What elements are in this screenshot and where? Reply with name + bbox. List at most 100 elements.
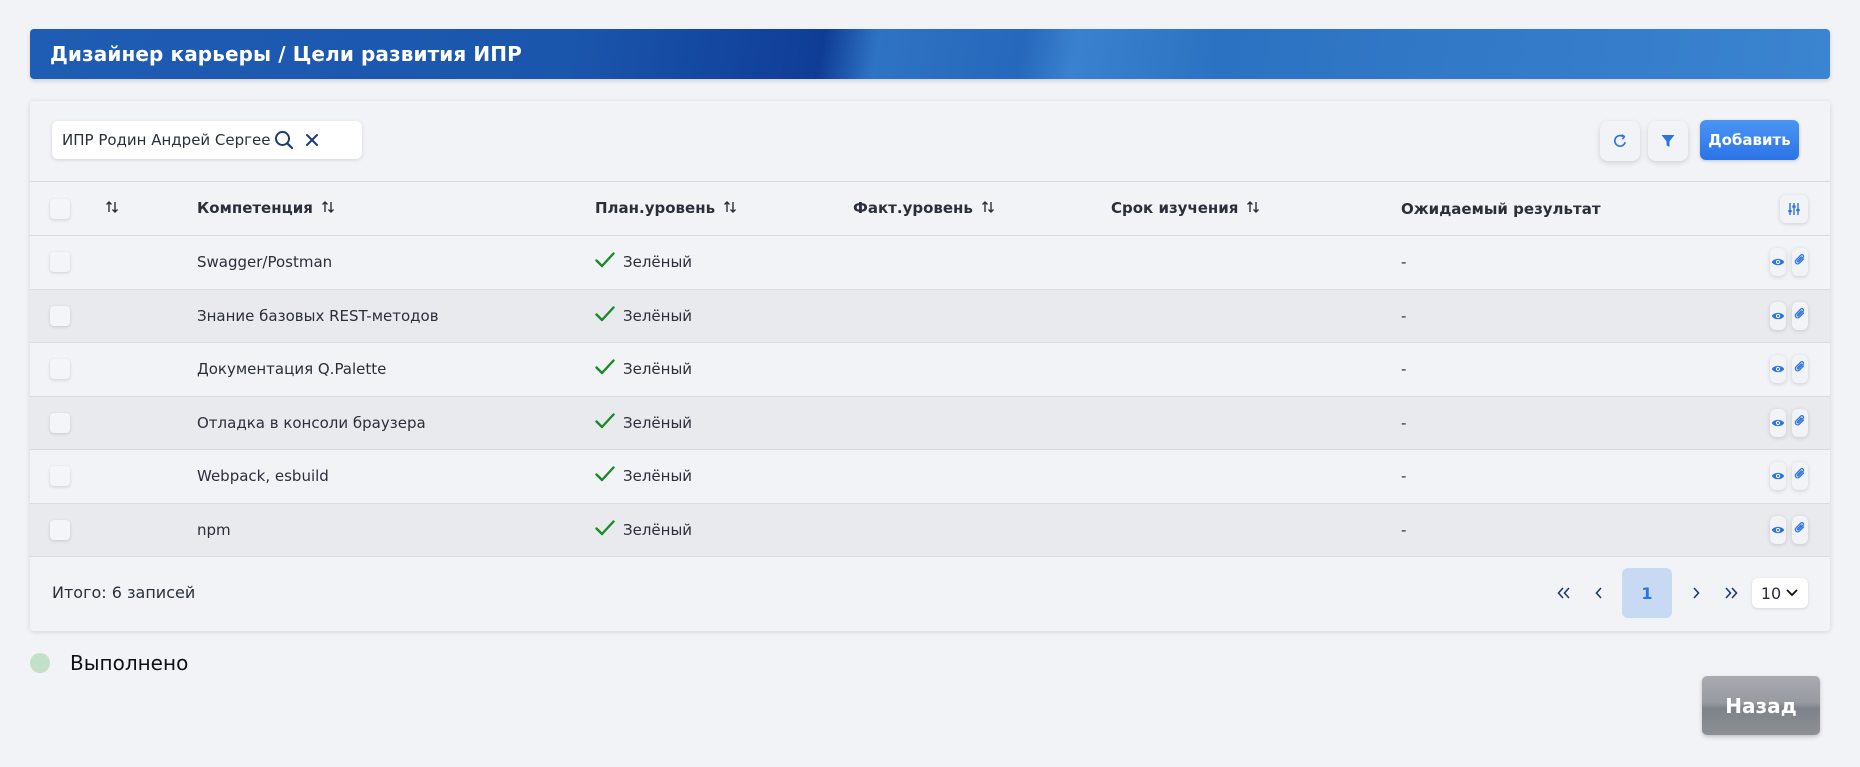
row-checkbox[interactable] — [50, 305, 70, 326]
plan-level-text: Зелёный — [623, 253, 693, 272]
eye-icon — [1771, 414, 1785, 432]
fact-level-cell — [853, 450, 1111, 504]
term-cell — [1111, 450, 1401, 504]
page-size-select[interactable]: 10 — [1752, 578, 1808, 608]
chevron-right-icon — [1692, 587, 1700, 599]
paperclip-icon — [1793, 307, 1807, 325]
competence-cell: Swagger/Postman — [197, 253, 333, 272]
result-cell: - — [1401, 467, 1407, 486]
sort-icon[interactable] — [321, 200, 335, 218]
column-label: Факт.уровень — [853, 199, 973, 218]
check-icon — [595, 359, 615, 379]
column-header-result: Ожидаемый результат — [1401, 182, 1770, 236]
check-icon — [595, 252, 615, 272]
next-page-button[interactable] — [1678, 568, 1713, 618]
plan-level-cell: Зелёный — [595, 503, 853, 557]
check-icon — [595, 466, 615, 486]
eye-icon — [1771, 467, 1785, 485]
table-header-row: Компетенция План.уровень Факт.уровень Ср… — [30, 181, 1830, 236]
page-size-value: 10 — [1760, 583, 1782, 603]
paperclip-icon — [1793, 521, 1807, 539]
eye-icon — [1771, 521, 1785, 539]
plan-level-text: Зелёный — [623, 413, 693, 432]
attach-button[interactable] — [1792, 301, 1808, 330]
column-settings-button[interactable] — [1780, 194, 1808, 223]
eye-icon — [1771, 253, 1785, 271]
page-header: Дизайнер карьеры / Цели развития ИПР — [30, 29, 1830, 79]
total-count: Итого: 6 записей — [52, 583, 196, 602]
column-header-fact-level[interactable]: Факт.уровень — [853, 182, 1111, 236]
attach-button[interactable] — [1792, 355, 1808, 384]
add-button[interactable]: Добавить — [1700, 120, 1799, 160]
toolbar: ИПР Родин Андрей Сергее... Добавить — [30, 101, 1830, 181]
result-cell: - — [1401, 306, 1407, 325]
legend-label: Выполнено — [70, 651, 189, 675]
plan-level-cell: Зелёный — [595, 236, 853, 290]
result-cell: - — [1401, 360, 1407, 379]
table-footer: Итого: 6 записей 1 10 — [30, 557, 1830, 631]
fact-level-cell — [853, 503, 1111, 557]
table-row[interactable]: Документация Q.Palette Зелёный - — [30, 343, 1830, 397]
sort-icon[interactable] — [105, 200, 119, 218]
row-checkbox[interactable] — [50, 412, 70, 433]
view-button[interactable] — [1770, 248, 1786, 277]
row-checkbox[interactable] — [50, 359, 70, 380]
refresh-icon — [1614, 134, 1626, 147]
column-header-term[interactable]: Срок изучения — [1111, 182, 1401, 236]
clear-icon[interactable] — [298, 126, 326, 154]
column-header-plan-level[interactable]: План.уровень — [595, 182, 853, 236]
search-box[interactable]: ИПР Родин Андрей Сергее... — [52, 121, 362, 159]
column-label: План.уровень — [595, 199, 716, 218]
view-button[interactable] — [1770, 301, 1786, 330]
result-cell: - — [1401, 253, 1407, 272]
view-button[interactable] — [1770, 408, 1786, 437]
column-label: Компетенция — [197, 199, 313, 218]
sort-icon[interactable] — [1246, 200, 1260, 218]
select-all-checkbox[interactable] — [50, 198, 70, 219]
legend: Выполнено — [30, 651, 188, 675]
table-row[interactable]: Знание базовых REST-методов Зелёный - — [30, 289, 1830, 343]
competence-cell: npm — [197, 520, 231, 539]
first-page-button[interactable] — [1546, 568, 1581, 618]
view-button[interactable] — [1770, 355, 1786, 384]
view-button[interactable] — [1770, 515, 1786, 544]
result-cell: - — [1401, 413, 1407, 432]
search-input[interactable]: ИПР Родин Андрей Сергее... — [62, 131, 270, 149]
sort-icon[interactable] — [723, 200, 737, 218]
eye-icon — [1771, 307, 1785, 325]
row-checkbox[interactable] — [50, 466, 70, 487]
refresh-button[interactable] — [1600, 121, 1640, 161]
table-row[interactable]: Webpack, esbuild Зелёный - — [30, 450, 1830, 504]
table-row[interactable]: Swagger/Postman Зелёный - — [30, 236, 1830, 290]
table-row[interactable]: npm Зелёный - — [30, 503, 1830, 557]
paperclip-icon — [1793, 360, 1807, 378]
sliders-icon — [1788, 202, 1800, 215]
last-page-button[interactable] — [1713, 568, 1748, 618]
filter-button[interactable] — [1648, 121, 1688, 161]
attach-button[interactable] — [1792, 408, 1808, 437]
page-1-button[interactable]: 1 — [1622, 568, 1672, 618]
plan-level-text: Зелёный — [623, 467, 693, 486]
term-cell — [1111, 396, 1401, 450]
check-icon — [595, 413, 615, 433]
fact-level-cell — [853, 343, 1111, 397]
fact-level-cell — [853, 236, 1111, 290]
view-button[interactable] — [1770, 462, 1786, 491]
plan-level-cell: Зелёный — [595, 450, 853, 504]
table-row[interactable]: Отладка в консоли браузера Зелёный - — [30, 396, 1830, 450]
row-checkbox[interactable] — [50, 252, 70, 273]
search-icon[interactable] — [270, 126, 298, 154]
attach-button[interactable] — [1792, 462, 1808, 491]
attach-button[interactable] — [1792, 248, 1808, 277]
attach-button[interactable] — [1792, 515, 1808, 544]
term-cell — [1111, 503, 1401, 557]
prev-page-button[interactable] — [1581, 568, 1616, 618]
sort-icon[interactable] — [981, 200, 995, 218]
column-header-competence[interactable]: Компетенция — [197, 182, 595, 236]
column-label: Срок изучения — [1111, 199, 1239, 218]
competence-cell: Отладка в консоли браузера — [197, 413, 426, 432]
back-button[interactable]: Назад — [1702, 676, 1820, 735]
competence-cell: Документация Q.Palette — [197, 360, 387, 379]
row-checkbox[interactable] — [50, 519, 70, 540]
legend-dot — [30, 653, 50, 673]
